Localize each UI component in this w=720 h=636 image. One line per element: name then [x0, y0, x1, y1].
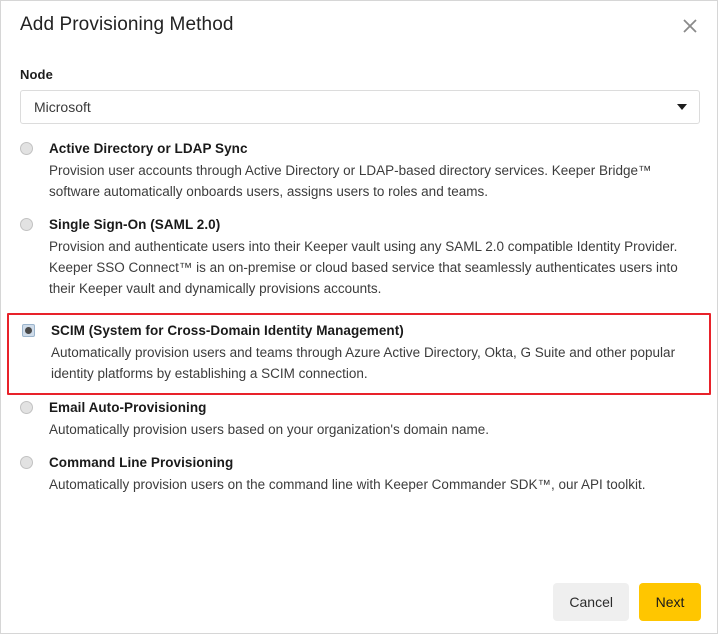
radio-single-sign-on-saml[interactable]	[20, 218, 33, 231]
option-single-sign-on-saml[interactable]: Single Sign-On (SAML 2.0) Provision and …	[1, 216, 717, 299]
radio-active-directory-ldap-sync[interactable]	[20, 142, 33, 155]
dialog-header: Add Provisioning Method	[1, 1, 717, 56]
close-icon	[681, 17, 699, 35]
next-button[interactable]: Next	[639, 583, 701, 621]
footer-button-group: Cancel Next	[553, 583, 701, 621]
option-description: Automatically provision users on the com…	[49, 477, 646, 492]
option-title: Command Line Provisioning	[49, 455, 234, 470]
option-title: Active Directory or LDAP Sync	[49, 141, 248, 156]
node-label: Node	[20, 67, 53, 82]
cancel-button[interactable]: Cancel	[553, 583, 629, 621]
option-active-directory-ldap-sync[interactable]: Active Directory or LDAP Sync Provision …	[1, 140, 717, 202]
chevron-down-icon	[677, 104, 687, 110]
option-description: Automatically provision users and teams …	[51, 345, 676, 381]
radio-scim[interactable]	[22, 324, 35, 337]
option-scim[interactable]: SCIM (System for Cross-Domain Identity M…	[7, 313, 711, 395]
option-email-auto-provisioning[interactable]: Email Auto-Provisioning Automatically pr…	[1, 399, 717, 440]
option-description: Automatically provision users based on y…	[49, 422, 490, 437]
node-field: Node Microsoft	[20, 67, 700, 124]
close-button[interactable]	[675, 11, 705, 41]
option-title: Single Sign-On (SAML 2.0)	[49, 217, 221, 232]
option-title: SCIM (System for Cross-Domain Identity M…	[51, 323, 404, 338]
option-command-line-provisioning[interactable]: Command Line Provisioning Automatically …	[1, 454, 717, 495]
option-description: Provision and authenticate users into th…	[49, 239, 678, 296]
node-select-value: Microsoft	[34, 99, 91, 115]
option-title: Email Auto-Provisioning	[49, 400, 207, 415]
add-provisioning-method-dialog: Add Provisioning Method Node Microsoft A…	[0, 0, 718, 634]
radio-email-auto-provisioning[interactable]	[20, 401, 33, 414]
dialog-footer: Cancel Next	[1, 571, 717, 633]
option-description: Provision user accounts through Active D…	[49, 163, 652, 199]
page-title: Add Provisioning Method	[20, 14, 234, 35]
provisioning-method-options: Active Directory or LDAP Sync Provision …	[1, 140, 717, 509]
node-select[interactable]: Microsoft	[20, 90, 700, 124]
radio-command-line-provisioning[interactable]	[20, 456, 33, 469]
